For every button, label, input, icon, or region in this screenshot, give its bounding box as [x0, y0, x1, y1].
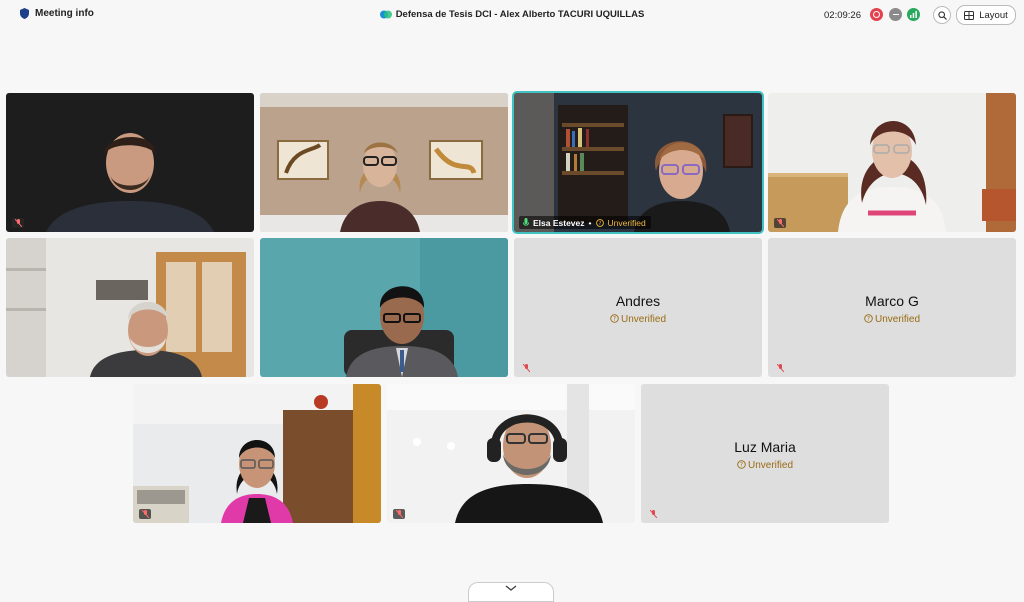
- mic-muted-icon: [12, 218, 24, 228]
- layout-button[interactable]: Layout: [956, 5, 1016, 25]
- participant-tile[interactable]: [768, 93, 1016, 232]
- signal-icon[interactable]: [907, 8, 920, 21]
- mic-icon: [523, 218, 529, 226]
- info-circle-icon: ?: [610, 314, 619, 323]
- info-circle-icon: ?: [595, 218, 604, 227]
- participant-name: Elsa Estevez: [533, 217, 585, 228]
- participant-tile[interactable]: [260, 93, 508, 232]
- participant-tile[interactable]: Andres ? Unverified: [514, 238, 762, 377]
- participant-name: Andres: [615, 293, 661, 309]
- participant-tile[interactable]: [6, 238, 254, 377]
- controls-expand-tab[interactable]: [468, 582, 554, 602]
- participant-video: [514, 93, 762, 232]
- mic-muted-icon: [393, 509, 405, 519]
- participant-name: Marco G: [865, 293, 919, 309]
- participant-video: [260, 238, 508, 377]
- mic-muted-icon: [774, 218, 786, 228]
- svg-text:?: ?: [740, 462, 743, 469]
- active-speaker-label: Elsa Estevez • ? Unverified: [519, 216, 651, 229]
- zoom-icon: [937, 10, 947, 20]
- separator-dot: •: [588, 217, 592, 228]
- elapsed-time: 02:09:26: [824, 10, 861, 21]
- layout-label: Layout: [979, 9, 1008, 21]
- svg-text:?: ?: [867, 316, 870, 323]
- svg-text:?: ?: [598, 221, 601, 227]
- participant-tile[interactable]: [6, 93, 254, 232]
- mic-muted-icon: [647, 509, 659, 519]
- participant-tile[interactable]: [133, 384, 381, 523]
- mic-muted-icon: [774, 363, 786, 373]
- top-bar: Meeting info Defensa de Tesis DCI - Alex…: [0, 0, 1024, 30]
- mic-muted-icon: [139, 509, 151, 519]
- verification-status: ? Unverified: [768, 314, 1016, 325]
- webex-logo-icon: [379, 10, 392, 19]
- participant-tile[interactable]: Luz Maria ? Unverified: [641, 384, 889, 523]
- record-icon[interactable]: [870, 8, 883, 21]
- participant-name: Luz Maria: [734, 439, 796, 455]
- zoom-button[interactable]: [933, 6, 951, 24]
- participant-video: [260, 93, 508, 232]
- participant-tile[interactable]: [387, 384, 635, 523]
- mic-muted-icon: [520, 363, 532, 373]
- participant-video: [768, 93, 1016, 232]
- participant-video: [6, 238, 254, 377]
- verification-status: ? Unverified: [514, 314, 762, 325]
- info-circle-icon: ?: [864, 314, 873, 323]
- participant-video: [387, 384, 635, 523]
- chevron-down-icon: [505, 585, 517, 591]
- verification-status: Unverified: [607, 217, 646, 228]
- participant-video: [133, 384, 381, 523]
- info-circle-icon: ?: [737, 460, 746, 469]
- svg-text:?: ?: [613, 316, 616, 323]
- verification-status: ? Unverified: [641, 460, 889, 471]
- participant-tile-active-speaker[interactable]: Elsa Estevez • ? Unverified: [512, 91, 764, 234]
- layout-grid-icon: [964, 10, 975, 20]
- participant-tile[interactable]: Marco G ? Unverified: [768, 238, 1016, 377]
- participant-tile[interactable]: [260, 238, 508, 377]
- captions-icon[interactable]: [889, 8, 902, 21]
- participant-video: [6, 93, 254, 232]
